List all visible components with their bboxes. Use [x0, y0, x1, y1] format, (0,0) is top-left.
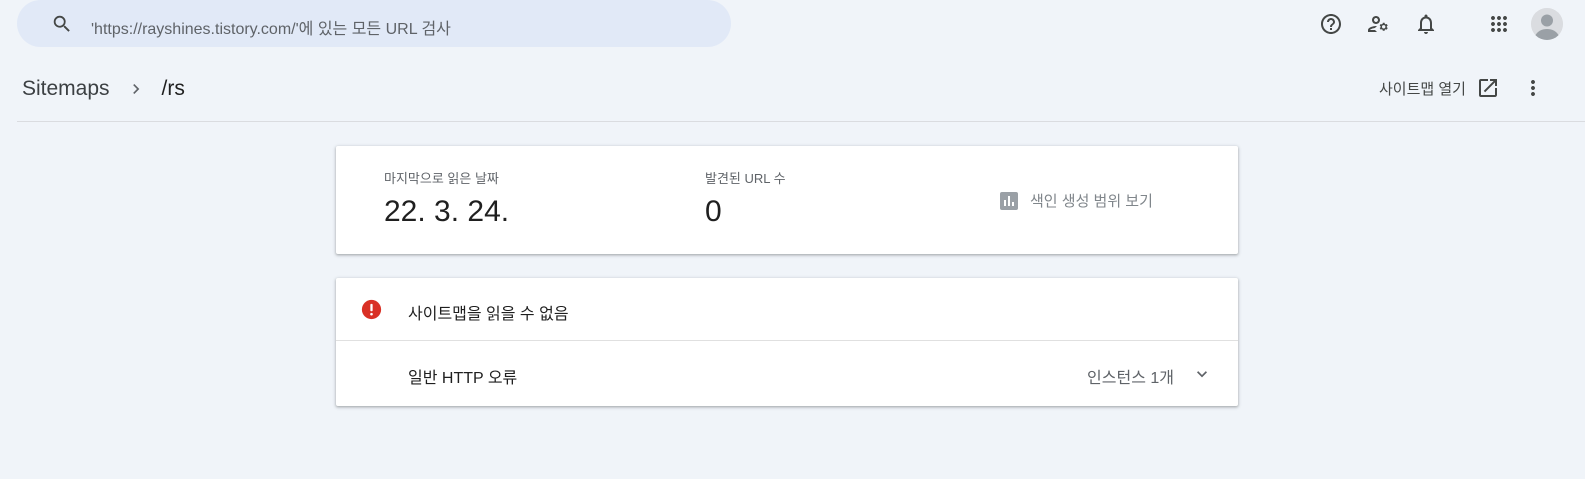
notifications-icon[interactable]: [1414, 12, 1438, 36]
header-divider: [17, 121, 1585, 122]
discovered-urls-label: 발견된 URL 수: [705, 171, 786, 186]
sitemap-stats-card: 마지막으로 읽은 날짜 22. 3. 24. 발견된 URL 수 0 색인 생성…: [336, 146, 1238, 254]
error-instance-count: 인스턴스 1개: [1087, 370, 1174, 387]
search-input[interactable]: 'https://rayshines.tistory.com/'에 있는 모든 …: [91, 15, 451, 39]
last-read-label: 마지막으로 읽은 날짜: [384, 171, 499, 186]
breadcrumb-sitemaps[interactable]: Sitemaps: [22, 77, 110, 101]
page-title: /rs: [161, 77, 185, 100]
open-sitemap-button[interactable]: 사이트맵 열기: [1379, 76, 1500, 100]
error-type: 일반 HTTP 오류: [408, 370, 518, 387]
open-sitemap-label: 사이트맵 열기: [1379, 80, 1466, 98]
bar-chart-icon: [1000, 191, 1018, 210]
help-icon[interactable]: [1319, 12, 1343, 36]
avatar[interactable]: [1531, 8, 1563, 40]
discovered-urls-value: 0: [705, 195, 722, 228]
last-read-stat: 마지막으로 읽은 날짜 22. 3. 24.: [384, 168, 509, 229]
view-coverage-label: 색인 생성 범위 보기: [1030, 193, 1153, 210]
breadcrumb: Sitemaps /rs: [22, 76, 185, 102]
error-icon: [361, 299, 382, 320]
more-vert-icon[interactable]: [1521, 76, 1545, 100]
error-header: 사이트맵을 읽을 수 없음: [336, 278, 1238, 341]
search-icon: [51, 13, 73, 35]
discovered-urls-stat: 발견된 URL 수 0: [705, 168, 786, 229]
chevron-down-icon[interactable]: [1190, 362, 1214, 386]
last-read-value: 22. 3. 24.: [384, 195, 510, 228]
sitemap-errors-card: 사이트맵을 읽을 수 없음 일반 HTTP 오류 인스턴스 1개: [336, 278, 1238, 406]
error-title: 사이트맵을 읽을 수 없음: [408, 306, 569, 323]
apps-icon[interactable]: [1487, 12, 1511, 36]
view-coverage-link[interactable]: 색인 생성 범위 보기: [1000, 190, 1153, 211]
manage-users-icon[interactable]: [1366, 12, 1390, 36]
chevron-right-icon: [126, 79, 146, 99]
open-in-new-icon: [1478, 79, 1497, 97]
url-inspection-search[interactable]: 'https://rayshines.tistory.com/'에 있는 모든 …: [17, 0, 731, 47]
error-row[interactable]: 일반 HTTP 오류 인스턴스 1개: [336, 342, 1238, 406]
